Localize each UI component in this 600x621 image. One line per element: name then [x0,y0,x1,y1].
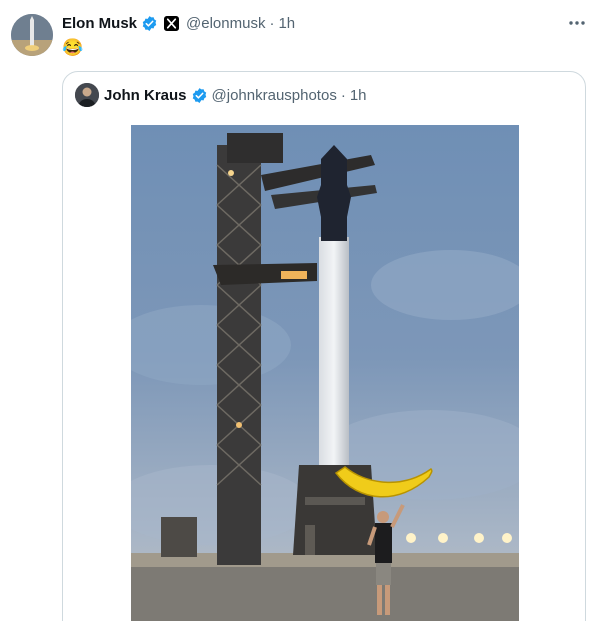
meta-separator: · [269,14,275,32]
author-handle[interactable]: @elonmusk [186,15,265,32]
rocket-banana-photo [131,125,519,621]
quoted-photo[interactable] [131,125,519,621]
tweet: Elon Musk @elonmusk · 1h 😂 John Kraus @j… [0,0,600,621]
quoted-author-handle[interactable]: @johnkrausphotos [212,87,337,104]
verified-badge-icon [191,87,208,104]
quoted-author-display-name[interactable]: John Kraus [104,87,187,104]
post-timestamp[interactable]: 1h [278,15,295,32]
author-display-name[interactable]: Elon Musk [62,15,137,32]
x-affiliate-icon[interactable] [164,15,180,31]
quoted-avatar-image [75,83,99,107]
tweet-text: 😂 [62,38,84,57]
verified-badge-icon [141,15,158,32]
more-dots-icon[interactable] [568,14,586,32]
quoted-post-timestamp[interactable]: 1h [350,87,367,104]
tweet-header: Elon Musk @elonmusk · 1h [62,13,295,33]
quoted-author-avatar[interactable] [75,83,99,107]
author-avatar[interactable] [11,14,53,56]
meta-separator: · [340,86,346,104]
quoted-tweet-header: John Kraus @johnkrausphotos · 1h [104,85,367,105]
avatar-image [11,14,53,56]
quoted-tweet-card[interactable]: John Kraus @johnkrausphotos · 1h [62,71,586,621]
